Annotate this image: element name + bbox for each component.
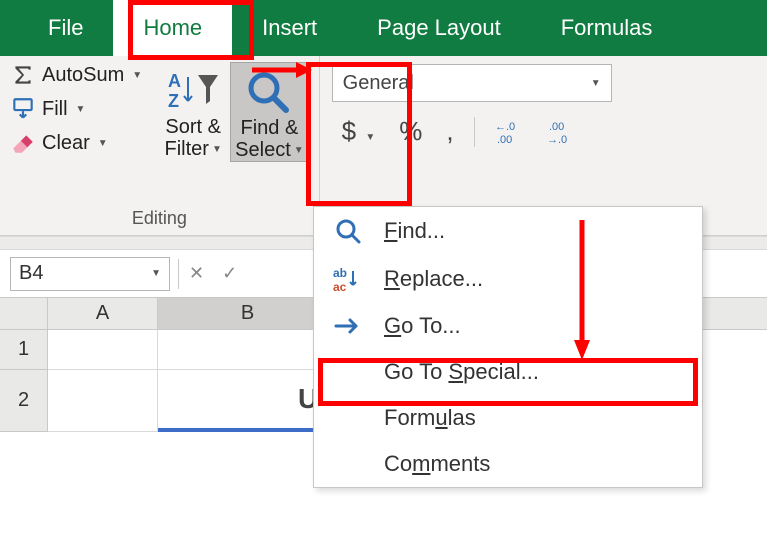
menu-item-goto-special[interactable]: Go To Special... — [314, 349, 702, 395]
magnifier-icon — [244, 68, 294, 116]
menu-item-formulas[interactable]: Formulas — [314, 395, 702, 441]
increase-decimal-button[interactable]: ←.0 .00 — [485, 119, 533, 145]
svg-text:Z: Z — [168, 91, 179, 111]
svg-text:ab: ab — [333, 266, 347, 280]
ribbon-tabs: File Home Insert Page Layout Formulas — [0, 0, 767, 56]
dropdown-caret-icon: ▼ — [210, 144, 222, 155]
row-header-2[interactable]: 2 — [0, 370, 48, 432]
increase-decimal-icon: ←.0 .00 — [495, 119, 523, 145]
svg-text:A: A — [168, 71, 181, 91]
menu-item-goto[interactable]: Go To... — [314, 303, 702, 349]
percent-format-button[interactable]: % — [389, 116, 432, 147]
sort-filter-label-2: Filter — [164, 138, 208, 160]
svg-text:.00: .00 — [497, 134, 512, 145]
confirm-entry-icon[interactable]: ✓ — [218, 259, 241, 288]
tab-home[interactable]: Home — [113, 0, 232, 56]
cancel-entry-icon[interactable]: ✕ — [185, 259, 208, 288]
fill-down-icon — [10, 96, 36, 122]
sort-filter-button[interactable]: A Z Sort & Filter▼ — [160, 62, 226, 162]
dropdown-caret-icon: ▼ — [589, 78, 601, 89]
svg-text:←.0: ←.0 — [495, 121, 515, 133]
fill-label: Fill — [42, 98, 68, 121]
eraser-icon — [10, 130, 36, 156]
row-header-1[interactable]: 1 — [0, 330, 48, 370]
clear-button[interactable]: Clear ▼ — [10, 130, 142, 156]
sort-filter-label-1: Sort & — [165, 116, 221, 138]
svg-text:ac: ac — [333, 280, 347, 293]
fill-button[interactable]: Fill ▼ — [10, 96, 142, 122]
find-select-label-2: Select — [235, 139, 291, 161]
autosum-label: AutoSum — [42, 64, 124, 87]
find-select-menu: Find... ab ac Replace... Go To... Go To … — [313, 206, 703, 488]
col-header-a[interactable]: A — [48, 298, 158, 329]
dropdown-caret-icon: ▼ — [130, 70, 142, 81]
menu-item-comments[interactable]: Comments — [314, 441, 702, 487]
tab-file[interactable]: File — [18, 0, 113, 56]
find-select-label-1: Find & — [241, 117, 299, 139]
dropdown-caret-icon: ▼ — [292, 145, 304, 156]
number-format-dropdown[interactable]: General ▼ — [332, 64, 612, 102]
number-format-value: General — [343, 72, 414, 95]
menu-item-replace[interactable]: ab ac Replace... — [314, 255, 702, 303]
dropdown-caret-icon: ▼ — [149, 268, 161, 279]
magnifier-icon — [328, 217, 368, 245]
comma-format-button[interactable]: , — [436, 116, 463, 147]
sort-filter-icon: A Z — [164, 67, 222, 115]
col-header-b[interactable]: B — [158, 298, 338, 329]
divider — [474, 117, 475, 147]
sigma-icon — [10, 62, 36, 88]
cell-a2[interactable] — [48, 370, 158, 432]
group-label-editing: Editing — [132, 208, 187, 229]
select-all-corner[interactable] — [0, 298, 48, 329]
svg-text:.00: .00 — [549, 121, 564, 133]
cell-a1[interactable] — [48, 330, 158, 370]
clear-label: Clear — [42, 132, 90, 155]
name-box[interactable]: B4 ▼ — [10, 257, 170, 291]
tab-insert[interactable]: Insert — [232, 0, 347, 56]
autosum-button[interactable]: AutoSum ▼ — [10, 62, 142, 88]
replace-icon: ab ac — [328, 265, 368, 293]
decrease-decimal-icon: .00 →.0 — [547, 119, 575, 145]
accounting-format-button[interactable]: $ ▼ — [332, 116, 386, 147]
arrow-right-icon — [328, 316, 368, 336]
svg-text:→.0: →.0 — [547, 134, 567, 145]
dropdown-caret-icon: ▼ — [96, 138, 108, 149]
menu-item-find[interactable]: Find... — [314, 207, 702, 255]
find-select-button[interactable]: Find & Select▼ — [230, 62, 309, 162]
tab-page-layout[interactable]: Page Layout — [347, 0, 531, 56]
tab-formulas[interactable]: Formulas — [531, 0, 683, 56]
dropdown-caret-icon: ▼ — [74, 104, 86, 115]
name-box-value: B4 — [19, 262, 43, 285]
decrease-decimal-button[interactable]: .00 →.0 — [537, 119, 585, 145]
